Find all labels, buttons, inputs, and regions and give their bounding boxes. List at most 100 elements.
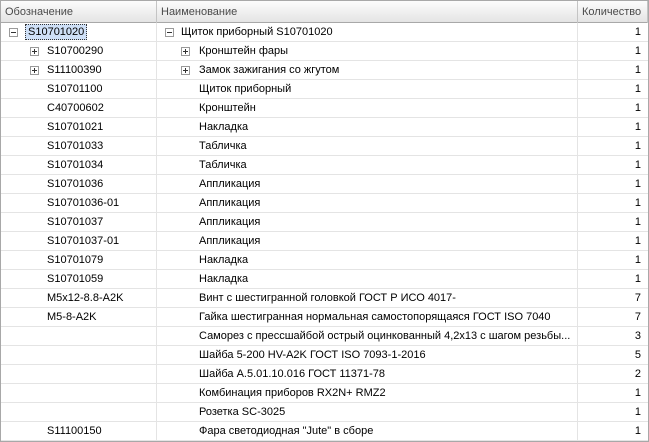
- designation-cell[interactable]: [1, 403, 157, 421]
- quantity-cell[interactable]: 1: [578, 137, 648, 155]
- designation-cell[interactable]: S10701037-01: [1, 232, 157, 250]
- name-cell[interactable]: Шайба 5-200 HV-A2K ГОСТ ISO 7093-1-2016: [157, 346, 578, 364]
- designation-cell[interactable]: S10701079: [1, 251, 157, 269]
- specification-grid[interactable]: Обозначение Наименование Количество S107…: [0, 0, 649, 442]
- designation-cell[interactable]: M5-8-A2K: [1, 308, 157, 326]
- designation-cell[interactable]: S11100390: [1, 61, 157, 79]
- table-row[interactable]: S10701021 Накладка 1: [1, 118, 648, 137]
- name-cell[interactable]: Замок зажигания со жгутом: [157, 61, 578, 79]
- designation-cell[interactable]: S10701034: [1, 156, 157, 174]
- name-cell[interactable]: Аппликация: [157, 213, 578, 231]
- quantity-cell[interactable]: 7: [578, 308, 648, 326]
- designation-cell[interactable]: [1, 327, 157, 345]
- name-cell[interactable]: Винт с шестигранной головкой ГОСТ Р ИСО …: [157, 289, 578, 307]
- quantity-cell[interactable]: 1: [578, 194, 648, 212]
- table-row[interactable]: Розетка SC-3025 1: [1, 403, 648, 422]
- table-row[interactable]: S10701036 Аппликация 1: [1, 175, 648, 194]
- name-cell[interactable]: Аппликация: [157, 232, 578, 250]
- name-cell[interactable]: Табличка: [157, 137, 578, 155]
- table-row[interactable]: S10700290 Кронштейн фары 1: [1, 42, 648, 61]
- designation-cell[interactable]: S10701036-01: [1, 194, 157, 212]
- expand-icon[interactable]: [30, 66, 39, 75]
- quantity-cell[interactable]: 1: [578, 251, 648, 269]
- designation-cell[interactable]: C40700602: [1, 99, 157, 117]
- quantity-cell[interactable]: 5: [578, 346, 648, 364]
- name-cell[interactable]: Накладка: [157, 118, 578, 136]
- quantity-cell[interactable]: 3: [578, 327, 648, 345]
- table-row[interactable]: S10701037-01 Аппликация 1: [1, 232, 648, 251]
- quantity-cell[interactable]: 1: [578, 42, 648, 60]
- designation-cell[interactable]: S10701037: [1, 213, 157, 231]
- table-row[interactable]: S10701079 Накладка 1: [1, 251, 648, 270]
- table-row[interactable]: Шайба 5-200 HV-A2K ГОСТ ISO 7093-1-2016 …: [1, 346, 648, 365]
- quantity-cell[interactable]: 1: [578, 270, 648, 288]
- column-header-name[interactable]: Наименование: [157, 1, 578, 23]
- name-cell[interactable]: Комбинация приборов RX2N+ RMZ2: [157, 384, 578, 402]
- quantity-cell[interactable]: 1: [578, 403, 648, 421]
- designation-cell[interactable]: [1, 346, 157, 364]
- quantity-cell[interactable]: 1: [578, 99, 648, 117]
- expand-icon[interactable]: [181, 47, 190, 56]
- name-cell[interactable]: Розетка SC-3025: [157, 403, 578, 421]
- name-cell[interactable]: Гайка шестигранная нормальная самостопор…: [157, 308, 578, 326]
- name-cell[interactable]: Накладка: [157, 251, 578, 269]
- name-cell[interactable]: Щиток приборный S10701020: [157, 23, 578, 41]
- designation-cell[interactable]: S10701020: [1, 23, 157, 41]
- designation-cell[interactable]: S10700290: [1, 42, 157, 60]
- quantity-cell[interactable]: 1: [578, 118, 648, 136]
- table-row[interactable]: S11100390 Замок зажигания со жгутом 1: [1, 61, 648, 80]
- designation-cell[interactable]: [1, 384, 157, 402]
- designation-cell[interactable]: S11100150: [1, 422, 157, 440]
- table-row[interactable]: M5-8-A2K Гайка шестигранная нормальная с…: [1, 308, 648, 327]
- name-cell[interactable]: Щиток приборный: [157, 80, 578, 98]
- name-cell[interactable]: Аппликация: [157, 175, 578, 193]
- designation-cell[interactable]: S10701059: [1, 270, 157, 288]
- table-row[interactable]: S10701059 Накладка 1: [1, 270, 648, 289]
- designation-value: S10701059: [47, 273, 104, 285]
- designation-cell[interactable]: S10701021: [1, 118, 157, 136]
- expand-icon[interactable]: [30, 47, 39, 56]
- quantity-cell[interactable]: 1: [578, 23, 648, 41]
- quantity-cell[interactable]: 2: [578, 365, 648, 383]
- table-row[interactable]: S10701033 Табличка 1: [1, 137, 648, 156]
- collapse-icon[interactable]: [165, 28, 174, 37]
- quantity-cell[interactable]: 1: [578, 80, 648, 98]
- table-row[interactable]: S10701036-01 Аппликация 1: [1, 194, 648, 213]
- name-value: Табличка: [199, 140, 247, 152]
- table-row[interactable]: Комбинация приборов RX2N+ RMZ2 1: [1, 384, 648, 403]
- table-row[interactable]: C40700602 Кронштейн 1: [1, 99, 648, 118]
- designation-cell[interactable]: M5x12-8.8-A2K: [1, 289, 157, 307]
- column-header-quantity[interactable]: Количество: [578, 1, 648, 23]
- quantity-cell[interactable]: 1: [578, 175, 648, 193]
- designation-cell[interactable]: S10701100: [1, 80, 157, 98]
- column-header-designation[interactable]: Обозначение: [1, 1, 157, 23]
- name-cell[interactable]: Фара светодиодная "Jute" в сборе: [157, 422, 578, 440]
- quantity-cell[interactable]: 1: [578, 384, 648, 402]
- designation-cell[interactable]: S10701036: [1, 175, 157, 193]
- collapse-icon[interactable]: [9, 28, 18, 37]
- quantity-cell[interactable]: 1: [578, 61, 648, 79]
- table-row[interactable]: M5x12-8.8-A2K Винт с шестигранной головк…: [1, 289, 648, 308]
- table-row[interactable]: S10701100 Щиток приборный 1: [1, 80, 648, 99]
- name-cell[interactable]: Аппликация: [157, 194, 578, 212]
- name-cell[interactable]: Накладка: [157, 270, 578, 288]
- quantity-cell[interactable]: 1: [578, 232, 648, 250]
- designation-cell[interactable]: [1, 365, 157, 383]
- table-row[interactable]: Саморез с прессшайбой острый оцинкованны…: [1, 327, 648, 346]
- table-row[interactable]: S10701037 Аппликация 1: [1, 213, 648, 232]
- name-cell[interactable]: Саморез с прессшайбой острый оцинкованны…: [157, 327, 578, 345]
- designation-cell[interactable]: S10701033: [1, 137, 157, 155]
- quantity-cell[interactable]: 1: [578, 156, 648, 174]
- name-cell[interactable]: Шайба А.5.01.10.016 ГОСТ 11371-78: [157, 365, 578, 383]
- expand-icon[interactable]: [181, 66, 190, 75]
- table-row[interactable]: S10701034 Табличка 1: [1, 156, 648, 175]
- table-row[interactable]: S11100150 Фара светодиодная "Jute" в сбо…: [1, 422, 648, 441]
- table-row-root[interactable]: S10701020 Щиток приборный S10701020 1: [1, 23, 648, 42]
- table-row[interactable]: Шайба А.5.01.10.016 ГОСТ 11371-78 2: [1, 365, 648, 384]
- name-cell[interactable]: Табличка: [157, 156, 578, 174]
- quantity-cell[interactable]: 7: [578, 289, 648, 307]
- name-cell[interactable]: Кронштейн фары: [157, 42, 578, 60]
- quantity-cell[interactable]: 1: [578, 422, 648, 440]
- name-cell[interactable]: Кронштейн: [157, 99, 578, 117]
- quantity-cell[interactable]: 1: [578, 213, 648, 231]
